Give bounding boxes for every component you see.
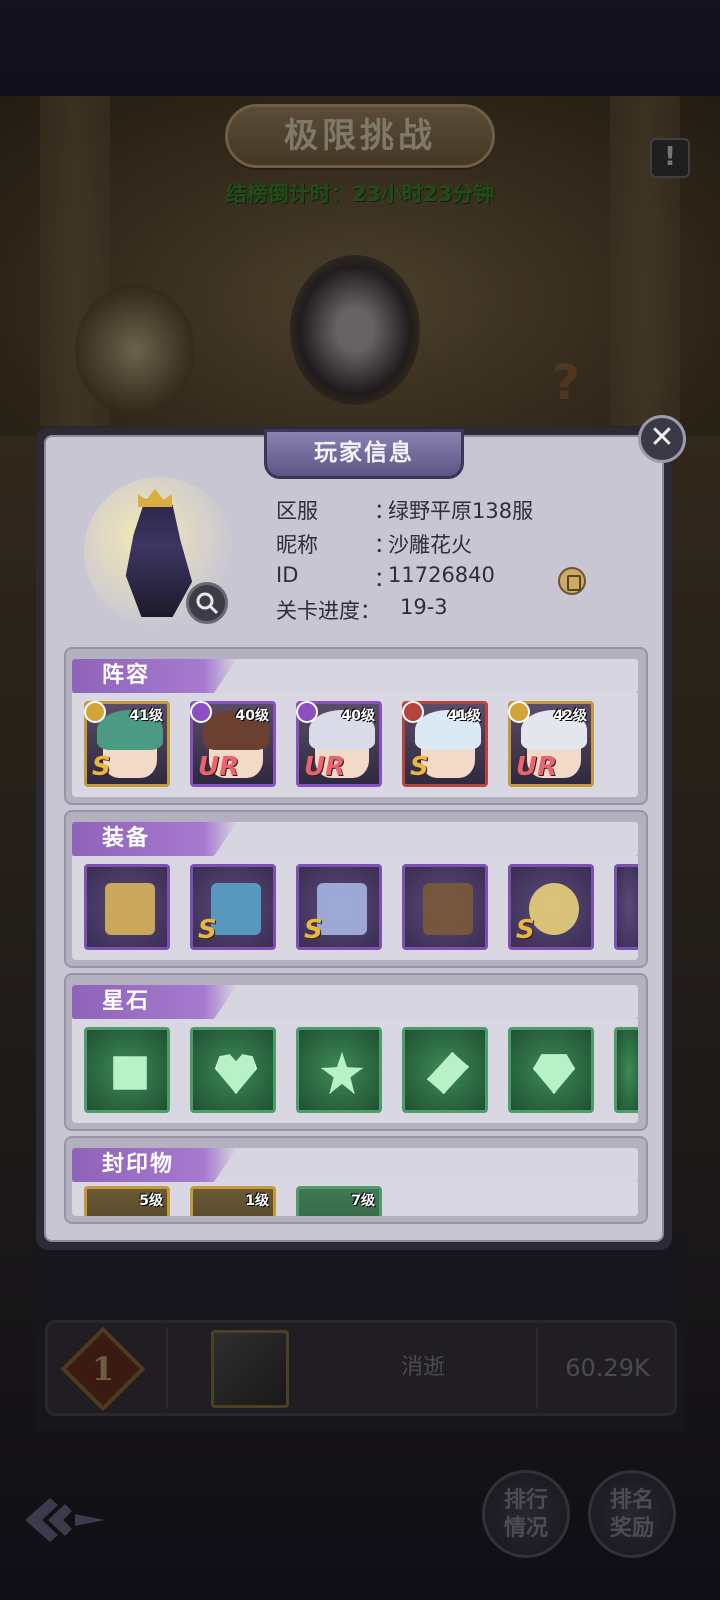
- section-title: 封印物: [102, 1152, 175, 1177]
- starstone-slot[interactable]: [190, 1027, 276, 1113]
- equipment-slot-crown[interactable]: S: [296, 864, 382, 950]
- section-title: 阵容: [102, 663, 151, 688]
- hero-level: 41级: [129, 708, 163, 724]
- shield-gem-icon: [533, 1054, 575, 1094]
- starstone-list: [72, 1019, 638, 1123]
- hero-grade: UR: [516, 752, 558, 782]
- info-value: 绿野平原138服: [388, 499, 534, 523]
- seal-level: 7级: [351, 1193, 375, 1209]
- hero-level: 40级: [341, 708, 375, 724]
- section-header: 装备: [72, 822, 638, 856]
- modal-body: 玩家信息 区服 ： 绿野平原138服 昵称 ： 沙雕花火 ID ： 117268…: [44, 429, 664, 1242]
- hero-slot[interactable]: 41级 S: [84, 701, 170, 787]
- hero-class-icon: [508, 701, 530, 723]
- section-title: 装备: [102, 826, 151, 851]
- hero-slot[interactable]: 42级 UR: [508, 701, 594, 787]
- close-icon[interactable]: ✕: [638, 415, 686, 463]
- seal-slot[interactable]: 1级: [190, 1186, 276, 1216]
- book-icon: [211, 883, 261, 935]
- equipment-slot-cloak[interactable]: [402, 864, 488, 950]
- equipment-grade: S: [198, 915, 217, 945]
- hero-grade: S: [92, 752, 111, 782]
- equipment-list: SSS: [72, 856, 638, 960]
- square-gem-icon: [113, 1056, 147, 1090]
- crown-icon: [317, 883, 367, 935]
- ring-icon: [529, 883, 579, 935]
- seal-section: 封印物 5级 1级 7级: [64, 1136, 648, 1224]
- hero-slot[interactable]: 40级 UR: [296, 701, 382, 787]
- cloak-icon: [423, 883, 473, 935]
- hero-class-icon: [402, 701, 424, 723]
- equipment-slot-ring[interactable]: S: [508, 864, 594, 950]
- seal-slot[interactable]: 7级: [296, 1186, 382, 1216]
- info-value: 沙雕花火: [388, 533, 472, 557]
- seal-slot[interactable]: 5级: [84, 1186, 170, 1216]
- starstone-slot[interactable]: [84, 1027, 170, 1113]
- equipment-section: 装备 S S S: [64, 810, 648, 968]
- hero-grade: UR: [304, 752, 346, 782]
- equipment-slot-partial[interactable]: [614, 864, 638, 950]
- hero-level: 41级: [447, 708, 481, 724]
- section-tab: [72, 659, 237, 693]
- section-header: 封印物: [72, 1148, 638, 1182]
- equipment-slot-staff[interactable]: [84, 864, 170, 950]
- hero-class-icon: [190, 701, 212, 723]
- info-label: ID: [276, 563, 299, 587]
- equipment-grade: S: [516, 915, 535, 945]
- section-tab: [72, 985, 237, 1019]
- heart-gem-icon: [215, 1054, 257, 1094]
- lineup-section: 阵容 41级 S 40级 UR 40级 UR 41级 S 42级 UR: [64, 647, 648, 805]
- seal-list: 5级 1级 7级: [72, 1182, 638, 1216]
- magnify-icon[interactable]: [186, 582, 228, 624]
- starstone-slot[interactable]: [296, 1027, 382, 1113]
- starstone-slot[interactable]: [508, 1027, 594, 1113]
- info-label: 关卡进度：: [276, 599, 381, 623]
- info-label: 昵称: [276, 533, 318, 557]
- copy-id-icon[interactable]: [558, 567, 586, 595]
- game-screen: 极限挑战 结榜倒计时：23小时23分钟 ! ? 1 消逝 60.29K 排行 情…: [0, 0, 720, 1600]
- starstone-slot[interactable]: [402, 1027, 488, 1113]
- magnify-svg: [196, 592, 219, 615]
- hero-grade: S: [410, 752, 429, 782]
- hero-slot[interactable]: 40级 UR: [190, 701, 276, 787]
- seal-level: 1级: [245, 1193, 269, 1209]
- info-value: 19-3: [400, 595, 448, 619]
- starstone-slot-partial[interactable]: [614, 1027, 638, 1113]
- hero-level: 42级: [553, 708, 587, 724]
- hero-class-icon: [84, 701, 106, 723]
- equipment-grade: S: [304, 915, 323, 945]
- starstone-section: 星石: [64, 973, 648, 1131]
- hero-slot[interactable]: 41级 S: [402, 701, 488, 787]
- section-header: 阵容: [72, 659, 638, 693]
- section-title: 星石: [102, 989, 151, 1014]
- player-info-modal: 玩家信息 区服 ： 绿野平原138服 昵称 ： 沙雕花火 ID ： 117268…: [36, 427, 672, 1250]
- seal-level: 5级: [139, 1193, 163, 1209]
- diamond-gem-icon: [427, 1052, 469, 1094]
- equipment-slot-book[interactable]: S: [190, 864, 276, 950]
- staff-icon: [105, 883, 155, 935]
- hero-level: 40级: [235, 708, 269, 724]
- hero-class-icon: [296, 701, 318, 723]
- hero-grade: UR: [198, 752, 240, 782]
- info-value: 11726840: [388, 563, 495, 587]
- star-gem-icon: [321, 1052, 363, 1094]
- section-tab: [72, 822, 237, 856]
- info-label: 区服: [276, 499, 318, 523]
- section-header: 星石: [72, 985, 638, 1019]
- lineup-list: 41级 S 40级 UR 40级 UR 41级 S 42级 UR: [72, 693, 638, 797]
- modal-title: 玩家信息: [264, 429, 464, 479]
